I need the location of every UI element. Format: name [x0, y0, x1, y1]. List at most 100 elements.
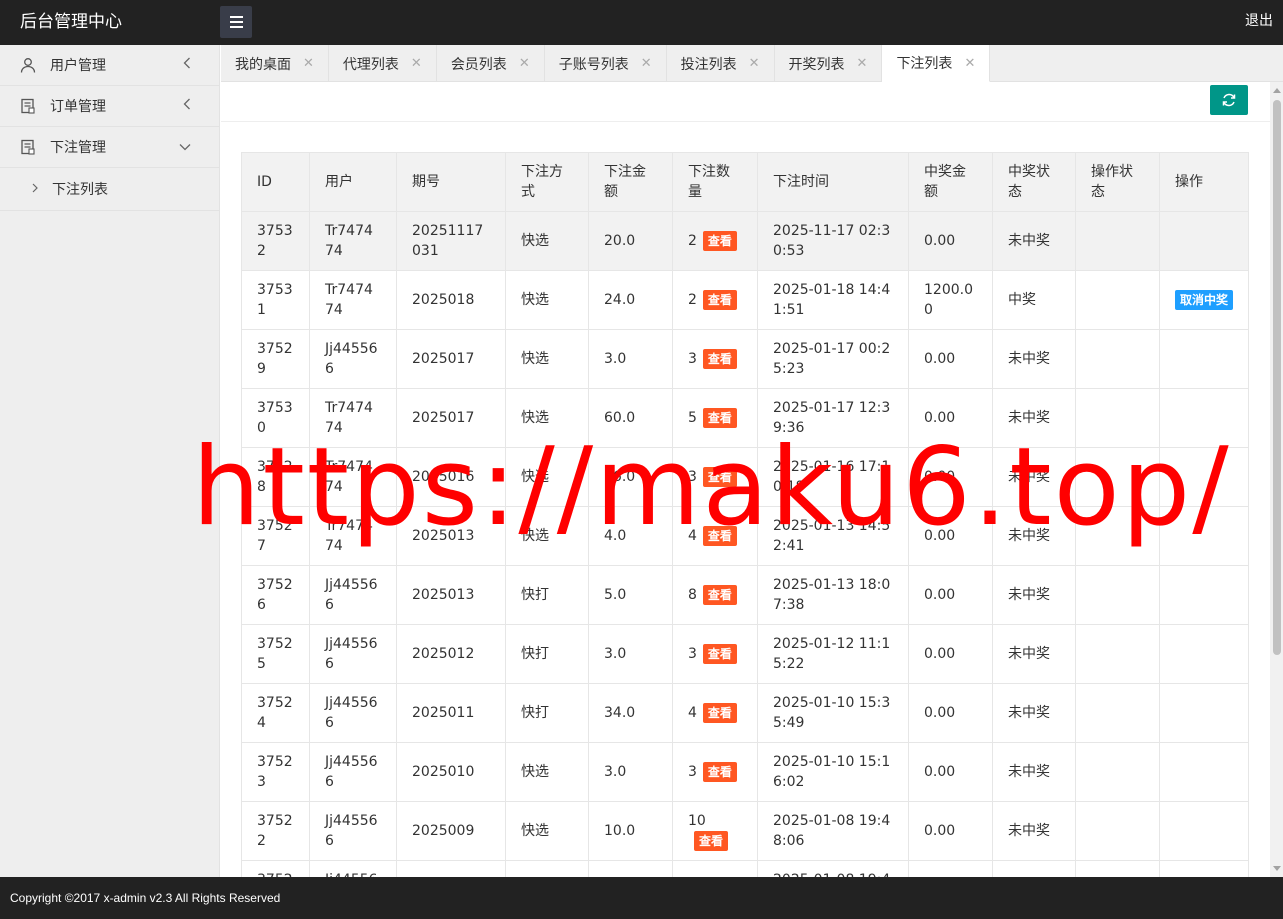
cell-win-status: 未中奖	[992, 801, 1076, 861]
table-row[interactable]: 37526 Jj445566 2025013 快打 5.0 8 查看 2025-01-13 1…	[241, 565, 1249, 625]
column-header: 下注金额	[588, 152, 673, 212]
cell-op-status	[1075, 801, 1160, 861]
refresh-button[interactable]	[1210, 85, 1248, 115]
view-button[interactable]: 查看	[702, 408, 737, 428]
cell-id: 37526	[241, 565, 310, 625]
tab-member-list[interactable]: 会员列表 ✕	[437, 45, 545, 82]
table-row[interactable]: 37525 Jj445566 2025012 快打 3.0 3 查看 2025-01-12 1…	[241, 624, 1249, 684]
view-button[interactable]: 查看	[702, 585, 737, 605]
close-icon[interactable]: ✕	[641, 56, 652, 71]
cell-action	[1159, 506, 1249, 566]
cell-time: 2025-11-17 02:30:53	[757, 211, 909, 271]
tab-subaccount-list[interactable]: 子账号列表 ✕	[545, 45, 667, 82]
cell-action	[1159, 624, 1249, 684]
cell-user: Jj445566	[309, 624, 397, 684]
cell-win-amount: 0.00	[908, 506, 993, 566]
bet-icon	[20, 139, 36, 155]
view-button[interactable]: 查看	[694, 831, 729, 851]
sidebar-item-users[interactable]: 用户管理	[0, 45, 219, 86]
table-row[interactable]: 37532 Tr747474 20251117031 快选 20.0 2 查看 2025-11…	[241, 211, 1249, 271]
cell-user: Jj445566	[309, 683, 397, 743]
tab-agent-list[interactable]: 代理列表 ✕	[329, 45, 437, 82]
tab-draw-list[interactable]: 开奖列表 ✕	[775, 45, 883, 82]
cell-time: 2025-01-08 19:48:06	[757, 801, 909, 861]
view-button[interactable]: 查看	[702, 290, 737, 310]
cell-win-amount: 0.00	[908, 329, 993, 389]
cell-user: Jj445566	[309, 860, 397, 877]
cell-amount: 3.0	[588, 329, 673, 389]
cell-action: 取消中奖	[1159, 270, 1249, 330]
cell-amount: 10.0	[588, 801, 673, 861]
sidebar-subitem-bet-list[interactable]: 下注列表	[0, 168, 219, 211]
cell-method: 快选	[505, 801, 589, 861]
cell-win-status: 中奖	[992, 270, 1076, 330]
close-icon[interactable]: ✕	[411, 56, 422, 71]
cancel-win-button[interactable]: 取消中奖	[1175, 290, 1233, 310]
close-icon[interactable]: ✕	[749, 56, 760, 71]
cell-action	[1159, 329, 1249, 389]
close-icon[interactable]: ✕	[857, 56, 868, 71]
cell-action	[1159, 565, 1249, 625]
tab-wager-list[interactable]: 投注列表 ✕	[667, 45, 775, 82]
chevron-right-icon	[32, 182, 38, 196]
cell-win-amount	[908, 860, 993, 877]
bet-table: ID 用户 期号 下注方式 下注金额 下注数量 下注时间 中奖金额 中奖状态 操作状态 操作 375…	[241, 152, 1249, 877]
cell-amount: 4.0	[588, 506, 673, 566]
app-logo[interactable]: 后台管理中心	[20, 0, 122, 45]
view-button[interactable]: 查看	[702, 703, 737, 723]
scrollbar-thumb[interactable]	[1273, 100, 1281, 655]
view-button[interactable]: 查看	[702, 644, 737, 664]
table-row[interactable]: 37523 Jj445566 2025010 快选 3.0 3 查看 2025-01-10 1…	[241, 742, 1249, 802]
cell-action	[1159, 801, 1249, 861]
cell-op-status	[1075, 683, 1160, 743]
view-button[interactable]: 查看	[702, 349, 737, 369]
close-icon[interactable]: ✕	[964, 56, 975, 71]
tab-desktop[interactable]: 我的桌面 ✕	[221, 45, 329, 82]
main-content: ID 用户 期号 下注方式 下注金额 下注数量 下注时间 中奖金额 中奖状态 操作状态 操作 375…	[221, 82, 1270, 877]
cell-issue: 2025013	[396, 565, 506, 625]
cell-time: 2025-01-13 14:52:41	[757, 506, 909, 566]
cell-win-amount: 0.00	[908, 801, 993, 861]
close-icon[interactable]: ✕	[303, 56, 314, 71]
cell-op-status	[1075, 860, 1160, 877]
table-row[interactable]: 37529 Jj445566 2025017 快选 3.0 3 查看 2025-01-17 0…	[241, 329, 1249, 389]
vertical-scrollbar[interactable]	[1270, 82, 1283, 877]
sidebar-item-bets[interactable]: 下注管理	[0, 127, 219, 168]
cell-id: 37523	[241, 742, 310, 802]
chevron-left-icon	[183, 57, 191, 73]
cell-user: Tr747474	[309, 388, 397, 448]
view-button[interactable]: 查看	[702, 762, 737, 782]
cell-method: 快选	[505, 506, 589, 566]
scroll-down-arrow-icon[interactable]	[1273, 866, 1281, 871]
order-icon	[20, 98, 36, 114]
close-icon[interactable]: ✕	[519, 56, 530, 71]
table-row[interactable]: 37524 Jj445566 2025011 快打 34.0 4 查看 2025-01-10 …	[241, 683, 1249, 743]
tab-bet-list[interactable]: 下注列表 ✕	[882, 45, 991, 82]
cell-user: Tr747474	[309, 270, 397, 330]
view-button[interactable]: 查看	[702, 526, 737, 546]
cell-method: 快选	[505, 388, 589, 448]
cell-op-status	[1075, 270, 1160, 330]
cell-count: 4 查看	[672, 506, 758, 566]
menu-toggle-button[interactable]	[220, 6, 252, 38]
scroll-up-arrow-icon[interactable]	[1273, 88, 1281, 93]
sidebar-item-orders[interactable]: 订单管理	[0, 86, 219, 127]
logout-link[interactable]: 退出	[1245, 0, 1273, 42]
table-row[interactable]: 37528 Tr747474 2025016 快选 36.0 3 查看 2025-01-16 …	[241, 447, 1249, 507]
view-button[interactable]: 查看	[702, 467, 737, 487]
column-header: 用户	[309, 152, 397, 212]
table-row[interactable]: 37522 Jj445566 2025009 快选 10.0 10查看 2025-01-08…	[241, 801, 1249, 861]
cell-win-amount: 0.00	[908, 211, 993, 271]
table-row[interactable]: 37531 Tr747474 2025018 快选 24.0 2 查看 2025-01-18 …	[241, 270, 1249, 330]
view-button[interactable]: 查看	[702, 231, 737, 251]
cell-id: 37525	[241, 624, 310, 684]
cell-win-status: 未中奖	[992, 742, 1076, 802]
cell-count: 10查看	[672, 801, 758, 861]
table-row[interactable]: 37521Jj445566 2025-01-08 19:46:	[241, 860, 1249, 877]
cell-id: 37524	[241, 683, 310, 743]
cell-id: 37528	[241, 447, 310, 507]
cell-action	[1159, 742, 1249, 802]
cell-method: 快选	[505, 211, 589, 271]
table-row[interactable]: 37530 Tr747474 2025017 快选 60.0 5 查看 2025-01-17 …	[241, 388, 1249, 448]
table-row[interactable]: 37527 Tr747474 2025013 快选 4.0 4 查看 2025-01-13 1…	[241, 506, 1249, 566]
